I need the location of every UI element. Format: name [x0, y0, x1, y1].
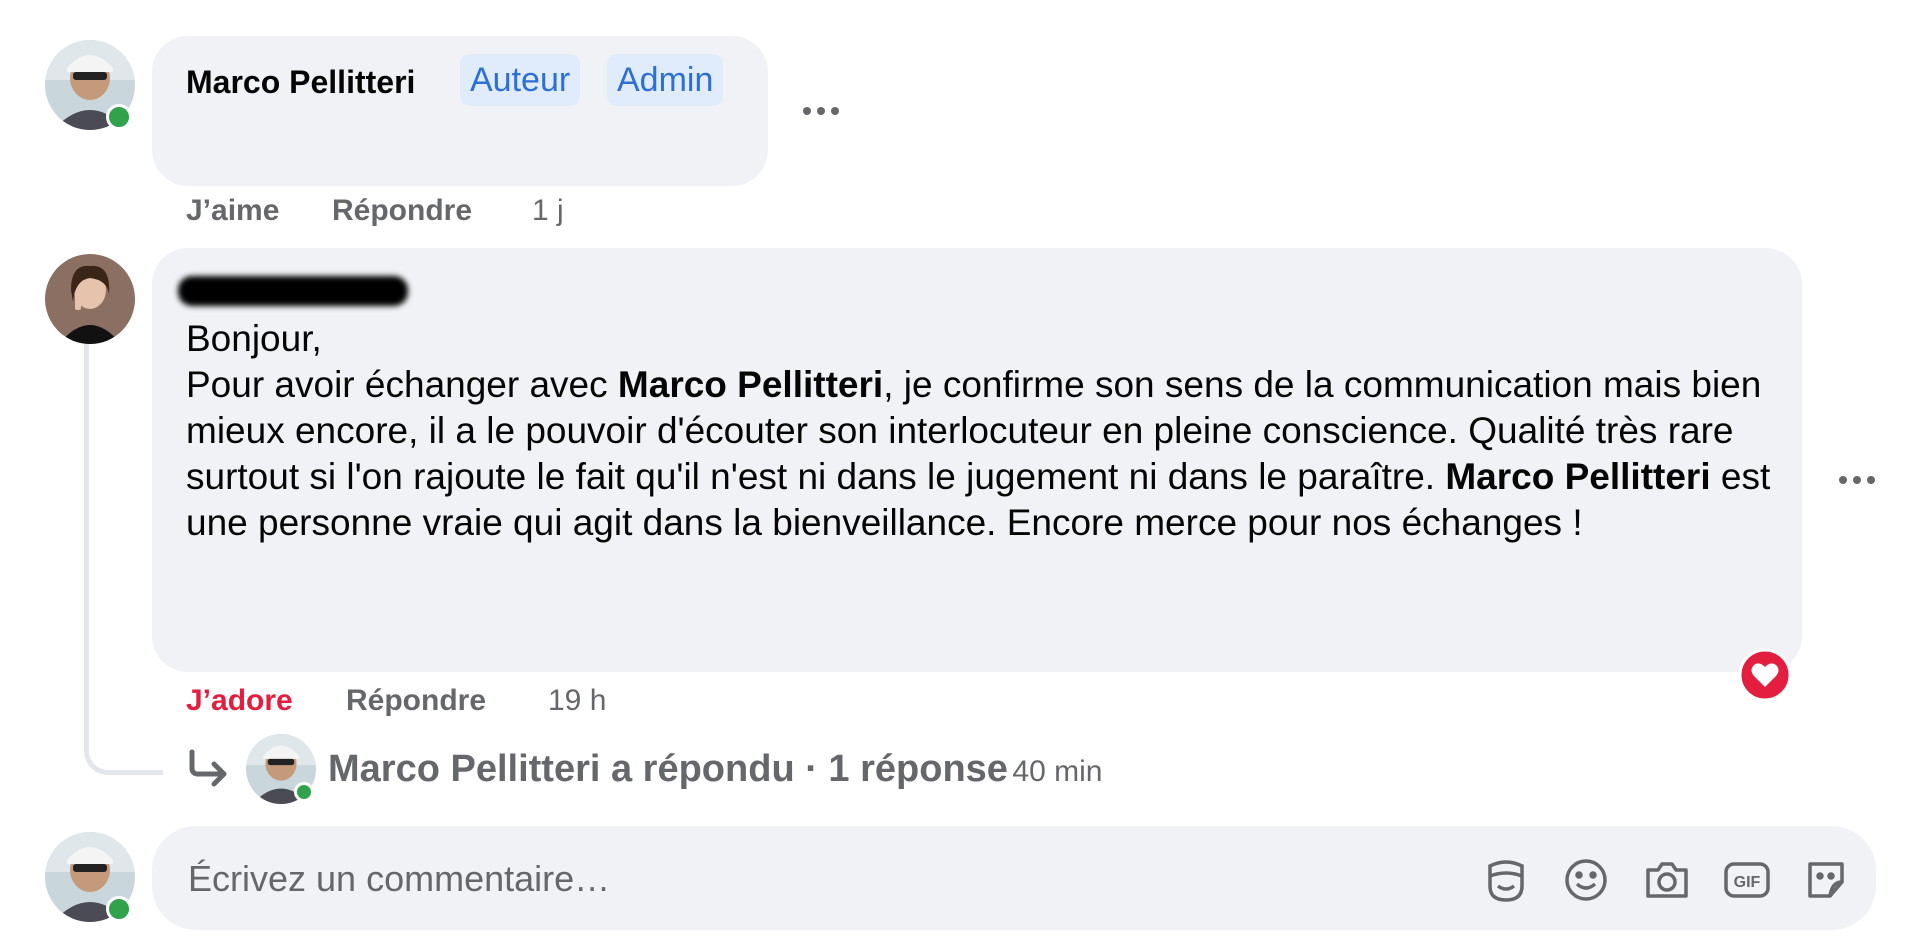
comment-options-1-more-icon[interactable] — [802, 86, 840, 125]
reply-button-1[interactable]: Répondre — [332, 194, 472, 228]
reply-button-2[interactable]: Répondre — [346, 684, 486, 718]
redacted-author-name — [178, 276, 408, 306]
comment-body-text: Bonjour, Pour avoir échanger avec Marco … — [186, 316, 1776, 546]
comment-input[interactable] — [186, 854, 1390, 904]
avatar-sticker-icon[interactable] — [1482, 856, 1530, 904]
comment-time-1[interactable]: 1 j — [532, 194, 564, 228]
love-button[interactable]: J’adore — [186, 684, 293, 718]
reply-arrow-icon — [186, 748, 232, 788]
gif-icon[interactable]: GIF — [1722, 856, 1772, 904]
comment-greeting: Bonjour, — [186, 318, 322, 359]
mention-link[interactable]: Marco Pellitteri — [1445, 456, 1710, 497]
mention-link[interactable]: Marco Pellitteri — [618, 364, 883, 405]
camera-icon[interactable] — [1642, 856, 1692, 904]
comment-text-part: Pour avoir échanger avec — [186, 364, 618, 405]
comment-paragraph: Pour avoir échanger avec Marco Pellitter… — [186, 362, 1776, 546]
svg-text:GIF: GIF — [1734, 874, 1761, 891]
sticker-icon[interactable] — [1802, 856, 1850, 904]
comment-bubble-1: Marco Pellitteri Auteur Admin — [152, 36, 768, 186]
commenter-avatar[interactable] — [45, 254, 135, 344]
author-badge: Auteur — [460, 54, 581, 106]
comment-author-name[interactable]: Marco Pellitteri — [186, 64, 415, 101]
like-button[interactable]: J’aime — [186, 194, 279, 228]
emoji-icon[interactable] — [1562, 856, 1610, 904]
comment-options-2-more-icon[interactable] — [1838, 455, 1876, 494]
heart-icon[interactable] — [1738, 648, 1792, 702]
online-status-icon — [294, 782, 314, 802]
admin-badge: Admin — [607, 54, 724, 106]
comment-bubble-2: Bonjour, Pour avoir échanger avec Marco … — [152, 248, 1802, 672]
online-status-icon — [106, 104, 132, 130]
reply-summary-text[interactable]: Marco Pellitteri a répondu · 1 réponse — [328, 748, 1008, 790]
comment-time-2[interactable]: 19 h — [548, 684, 606, 718]
reply-summary-time: 40 min — [1012, 755, 1103, 788]
online-status-icon — [106, 896, 132, 922]
comment-composer: GIF — [152, 826, 1876, 930]
reply-summary-link[interactable]: Marco Pellitteri a répondu · 1 réponse 4… — [328, 748, 1102, 791]
